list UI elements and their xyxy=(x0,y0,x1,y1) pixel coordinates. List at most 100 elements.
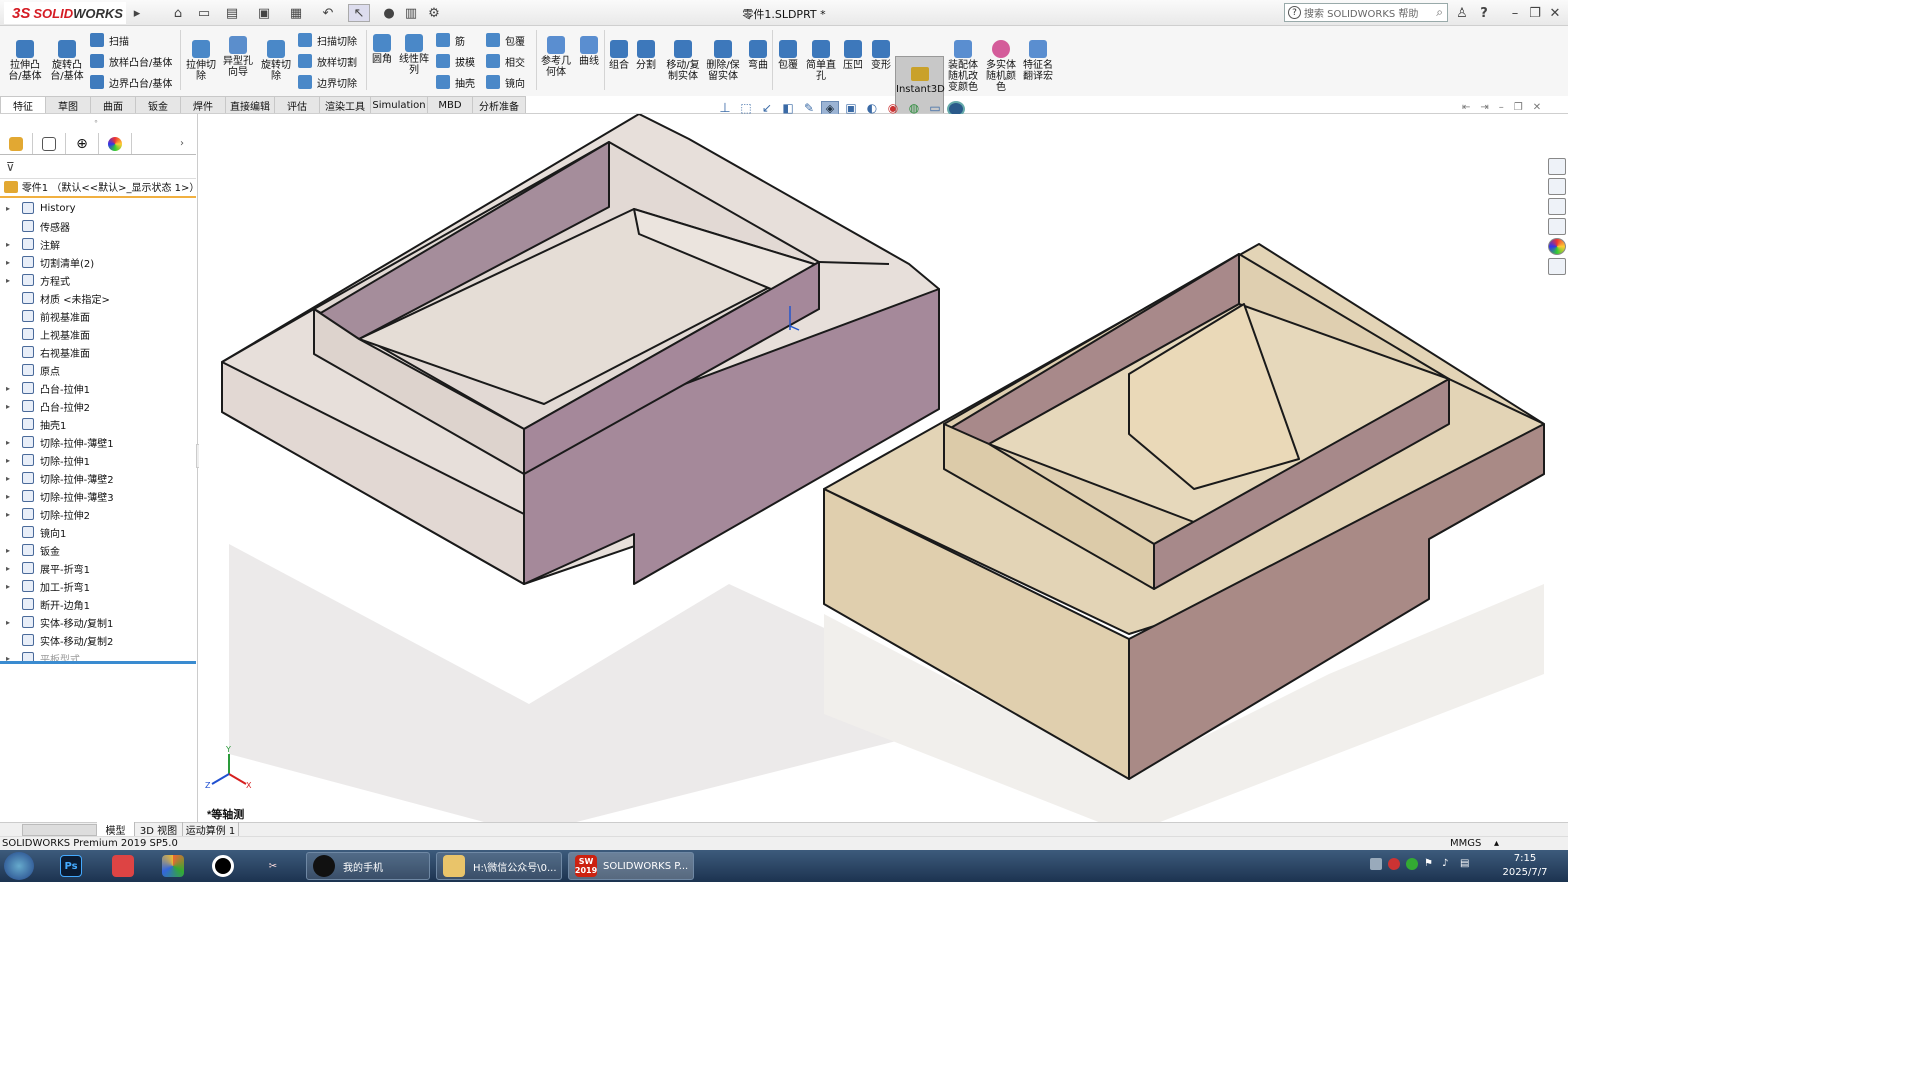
tree-item[interactable]: ▸ 注解 xyxy=(6,235,60,253)
solidworks-logo[interactable]: 3S SOLID WORKS xyxy=(4,2,126,24)
tree-item[interactable]: ▸ 钣金 xyxy=(6,541,60,559)
linear-pattern-button[interactable]: 线性阵 列 xyxy=(398,34,430,76)
tab-sketch[interactable]: 草图 xyxy=(45,96,91,114)
tray-network-icon[interactable]: ▤ xyxy=(1460,858,1472,870)
save-icon[interactable]: ▣ xyxy=(252,4,276,22)
tab-analysis-preparation[interactable]: 分析准备 xyxy=(472,96,526,114)
tray-volume-icon[interactable]: ♪ xyxy=(1442,858,1454,870)
tab-scroll-arrows[interactable] xyxy=(22,823,97,836)
tree-item[interactable]: ▸ 凸台-拉伸2 xyxy=(6,397,90,415)
expand-arrow-icon[interactable]: ▸ xyxy=(6,474,16,483)
expand-arrow-icon[interactable]: ▸ xyxy=(6,582,16,591)
tree-item[interactable]: ▸ 切除-拉伸2 xyxy=(6,505,90,523)
fillet-button[interactable]: 圆角 xyxy=(370,34,394,65)
simple-hole-button[interactable]: 简单直 孔 xyxy=(804,40,838,82)
tab-features[interactable]: 特征 xyxy=(0,96,46,114)
wrap-button[interactable]: 包覆 xyxy=(486,31,525,49)
deform-button[interactable]: 变形 xyxy=(868,40,894,71)
tree-root-part[interactable]: 零件1 （默认<<默认>_显示状态 1>） xyxy=(4,179,199,194)
app-taskbar-item[interactable] xyxy=(112,852,134,880)
solidworks-resources-icon[interactable] xyxy=(1548,158,1566,175)
expand-arrow-icon[interactable]: ▸ xyxy=(6,402,16,411)
appearances-scenes-icon[interactable] xyxy=(1548,238,1566,255)
wrap-large-button[interactable]: 包覆 xyxy=(776,40,800,71)
tab-evaluate[interactable]: 评估 xyxy=(274,96,320,114)
expand-arrow-icon[interactable]: ▸ xyxy=(6,546,16,555)
tab-propertymanager[interactable] xyxy=(33,133,66,154)
tree-item[interactable]: 原点 xyxy=(6,361,60,379)
curves-button[interactable]: 曲线 xyxy=(576,36,602,67)
explorer-taskbar-item[interactable]: H:\微信公众号\0... xyxy=(436,852,562,880)
tree-item[interactable]: 材质 <未指定> xyxy=(6,289,110,307)
feature-name-translate-button[interactable]: 特征名 翻译宏 xyxy=(1021,40,1055,82)
tray-flag-icon[interactable]: ⚑ xyxy=(1424,858,1436,870)
tiles-taskbar-item[interactable] xyxy=(162,852,184,880)
expand-arrow-icon[interactable]: ▸ xyxy=(6,618,16,627)
tab-mbd[interactable]: MBD xyxy=(427,96,473,114)
draft-button[interactable]: 拔模 xyxy=(436,52,475,70)
open-file-icon[interactable]: ▤ xyxy=(220,4,244,22)
expand-arrow-icon[interactable]: ▸ xyxy=(6,564,16,573)
search-icon[interactable]: ⌕ xyxy=(1436,5,1443,20)
restore-icon[interactable]: ❐ xyxy=(1528,4,1542,22)
close-icon[interactable]: ✕ xyxy=(1548,4,1562,22)
extrude-cut-button[interactable]: 拉伸切 除 xyxy=(184,40,218,82)
taskbar-clock[interactable]: 7:15 2025/7/7 xyxy=(1496,852,1554,880)
tree-item[interactable]: ▸ History xyxy=(6,199,76,217)
tray-keyboard-icon[interactable] xyxy=(1370,858,1382,870)
tab-sheet-metal[interactable]: 钣金 xyxy=(135,96,181,114)
tree-item[interactable]: ▸ 切除-拉伸-薄壁3 xyxy=(6,487,114,505)
tab-motion-study[interactable]: 运动算例 1 xyxy=(183,822,239,837)
tray-security-icon[interactable] xyxy=(1406,858,1418,870)
graphics-area[interactable]: Y X Z *等轴测 xyxy=(199,114,1568,822)
tree-item[interactable]: 实体-移动/复制2 xyxy=(6,631,113,649)
random-body-color-button[interactable]: 多实体 随机颜 色 xyxy=(984,40,1018,93)
expand-arrow-icon[interactable]: ▸ xyxy=(6,510,16,519)
tree-item[interactable]: ▸ 展平-折弯1 xyxy=(6,559,90,577)
shell-button[interactable]: 抽壳 xyxy=(436,73,475,91)
expand-arrow-icon[interactable]: ▸ xyxy=(6,240,16,249)
tree-item[interactable]: 镜向1 xyxy=(6,523,66,541)
print-icon[interactable]: ▦ xyxy=(284,4,308,22)
delete-keep-body-button[interactable]: 删除/保 留实体 xyxy=(704,40,742,82)
tab-surfaces[interactable]: 曲面 xyxy=(90,96,136,114)
tree-item[interactable]: ▸ 实体-移动/复制1 xyxy=(6,613,113,631)
tree-item[interactable]: ▸ 凸台-拉伸1 xyxy=(6,379,90,397)
swept-cut-button[interactable]: 扫描切除 xyxy=(298,31,357,49)
expand-arrow-icon[interactable]: ▸ xyxy=(6,258,16,267)
panel-collapse-handle[interactable]: ° xyxy=(94,119,102,128)
tab-3d-views[interactable]: 3D 视图 xyxy=(135,822,183,837)
tree-item[interactable]: 抽壳1 xyxy=(6,415,66,433)
options-gear-icon[interactable]: ⚙ xyxy=(424,4,444,22)
tab-model[interactable]: 模型 xyxy=(97,822,135,837)
recorder-taskbar-item[interactable] xyxy=(212,852,234,880)
flex-button[interactable]: 弯曲 xyxy=(746,40,770,71)
photoshop-taskbar-item[interactable]: Ps xyxy=(60,852,82,880)
select-pointer-icon[interactable]: ↖ xyxy=(348,4,370,22)
tree-item[interactable]: ▸ 切除-拉伸-薄壁1 xyxy=(6,433,114,451)
tab-render-tools[interactable]: 渲染工具 xyxy=(319,96,371,114)
intersect-button[interactable]: 相交 xyxy=(486,52,525,70)
help-menu-button[interactable]: ? xyxy=(1477,4,1491,22)
random-assembly-color-button[interactable]: 装配体 随机改 变颜色 xyxy=(946,40,980,93)
tab-featuremanager[interactable] xyxy=(0,133,33,154)
design-library-icon[interactable] xyxy=(1548,178,1566,195)
tree-item[interactable]: 传感器 xyxy=(6,217,70,235)
home-icon[interactable]: ⌂ xyxy=(168,4,188,22)
expand-arrow-icon[interactable]: ▸ xyxy=(6,438,16,447)
loft-boss-button[interactable]: 放样凸台/基体 xyxy=(90,52,172,70)
expand-arrow-icon[interactable]: ▸ xyxy=(6,492,16,501)
unit-system-selector[interactable]: MMGS xyxy=(1450,838,1481,849)
rollback-bar[interactable] xyxy=(0,661,196,664)
tree-item[interactable]: ▸ 切除-拉伸-薄壁2 xyxy=(6,469,114,487)
expand-arrow-icon[interactable]: ▸ xyxy=(6,384,16,393)
tab-weldments[interactable]: 焊件 xyxy=(180,96,226,114)
reference-geometry-button[interactable]: 参考几 何体 xyxy=(540,36,572,78)
boundary-cut-button[interactable]: 边界切除 xyxy=(298,73,357,91)
revolve-cut-button[interactable]: 旋转切 除 xyxy=(258,40,294,82)
tab-simulation[interactable]: Simulation xyxy=(370,96,428,114)
tab-displaymanager[interactable] xyxy=(99,133,132,154)
move-copy-body-button[interactable]: 移动/复 制实体 xyxy=(664,40,702,82)
qq-taskbar-item[interactable]: 我的手机 xyxy=(306,852,430,880)
boundary-boss-button[interactable]: 边界凸台/基体 xyxy=(90,73,172,91)
